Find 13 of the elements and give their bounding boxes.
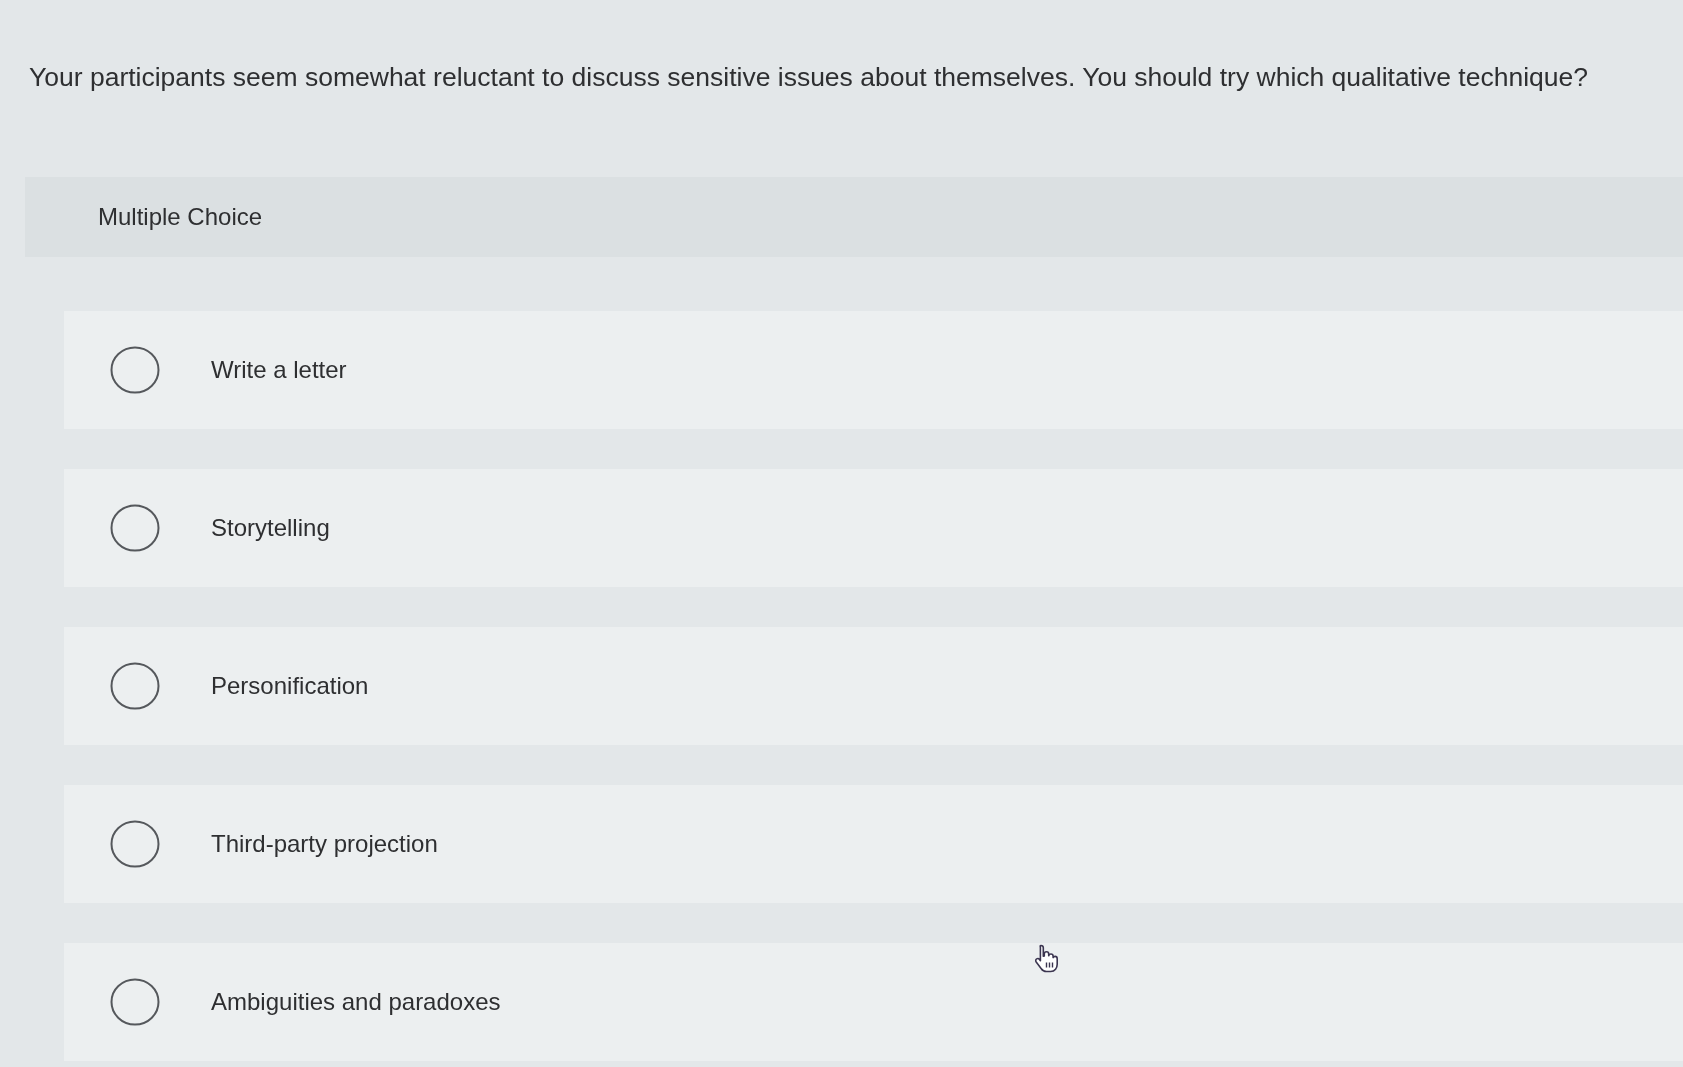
- radio-button[interactable]: [110, 662, 160, 710]
- question-text: Your participants seem somewhat reluctant to discuss sensitive issues about themselves. You should try which qualitative technique?: [28, 61, 1589, 94]
- answer-option[interactable]: Personification: [64, 627, 1683, 745]
- question-type-label: Multiple Choice: [98, 202, 263, 232]
- radio-button[interactable]: [110, 504, 160, 552]
- radio-button[interactable]: [110, 978, 160, 1026]
- hand-cursor-icon: [1034, 943, 1060, 973]
- answer-option[interactable]: Ambiguities and paradoxes: [64, 943, 1683, 1061]
- radio-button[interactable]: [110, 820, 160, 868]
- answer-option[interactable]: Third-party projection: [64, 785, 1683, 903]
- answer-option[interactable]: Write a letter: [64, 311, 1683, 429]
- answer-option[interactable]: Storytelling: [64, 469, 1683, 587]
- radio-button[interactable]: [110, 346, 160, 394]
